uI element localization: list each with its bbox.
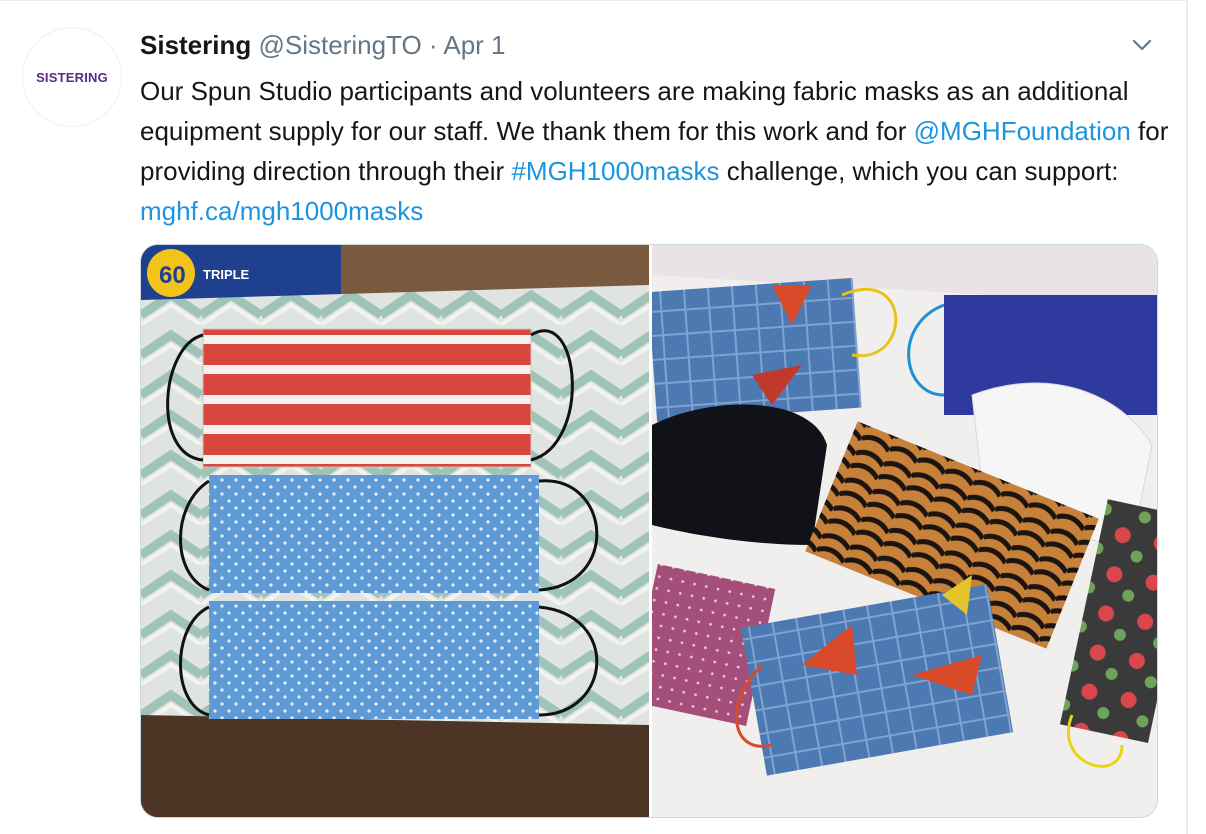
avatar-logo-text: SISTERING — [36, 69, 108, 85]
tweet-text-part-3: challenge, which you can support: — [719, 156, 1119, 186]
tweet-text: Our Spun Studio participants and volunte… — [140, 71, 1170, 231]
avatar[interactable]: SISTERING — [22, 27, 122, 127]
tweet-card[interactable]: SISTERING Sistering @SisteringTO · Apr 1… — [0, 0, 1188, 834]
hashtag-link[interactable]: #MGH1000masks — [511, 156, 719, 186]
chevron-down-icon[interactable] — [1128, 31, 1156, 59]
user-handle[interactable]: @SisteringTO — [258, 30, 421, 60]
tweet-date[interactable]: Apr 1 — [443, 30, 505, 60]
photo-assorted-masks[interactable] — [651, 245, 1157, 817]
separator-dot: · — [428, 30, 438, 60]
product-label-number: 60 — [159, 262, 186, 289]
media-gallery[interactable]: 60 TRIPLE — [140, 244, 1158, 818]
tweet-header: Sistering @SisteringTO · Apr 1 — [140, 29, 506, 61]
photo-masks-on-ironing-board[interactable]: 60 TRIPLE — [141, 245, 649, 817]
url-link[interactable]: mghf.ca/mgh1000masks — [140, 196, 423, 226]
display-name[interactable]: Sistering — [140, 30, 251, 60]
mention-link[interactable]: @MGHFoundation — [914, 116, 1131, 146]
product-label-text: TRIPLE — [203, 267, 250, 282]
